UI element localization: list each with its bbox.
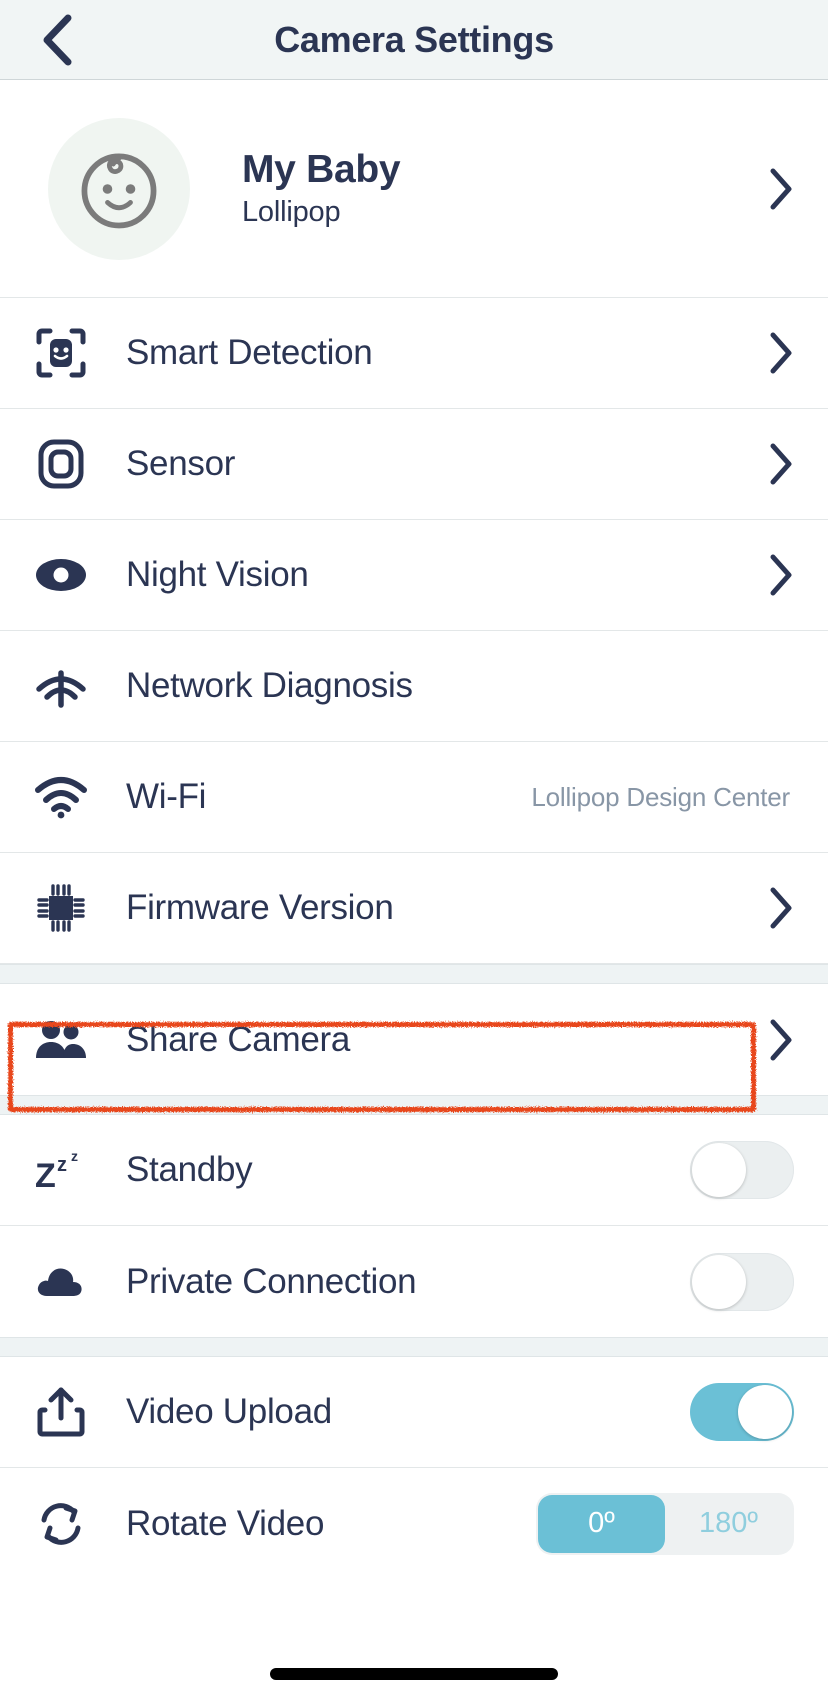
row-firmware-version[interactable]: Firmware Version xyxy=(0,853,828,964)
profile-name: My Baby xyxy=(242,147,401,191)
row-video-upload[interactable]: Video Upload xyxy=(0,1357,828,1468)
row-label: Sensor xyxy=(126,444,236,483)
rotate-icon xyxy=(30,1500,92,1548)
row-standby[interactable]: Z z z Standby xyxy=(0,1115,828,1226)
row-wifi[interactable]: Wi-Fi Lollipop Design Center xyxy=(0,742,828,853)
camera-settings-screen: Camera Settings My Baby Lollipop Smart D… xyxy=(0,0,828,1696)
row-network-diagnosis[interactable]: Network Diagnosis xyxy=(0,631,828,742)
settings-group-1: Smart Detection Sensor Night Vision Netw… xyxy=(0,298,828,964)
network-signal-icon xyxy=(30,663,92,709)
eye-icon xyxy=(30,556,92,594)
people-group-icon xyxy=(30,1018,92,1062)
svg-text:z: z xyxy=(71,1148,78,1164)
svg-text:Z: Z xyxy=(35,1157,56,1195)
row-label: Network Diagnosis xyxy=(126,666,413,705)
row-label: Night Vision xyxy=(126,555,309,594)
chip-icon xyxy=(30,882,92,934)
svg-text:z: z xyxy=(57,1154,67,1176)
page-title: Camera Settings xyxy=(274,18,554,60)
row-smart-detection[interactable]: Smart Detection xyxy=(0,298,828,409)
back-button[interactable] xyxy=(14,0,100,80)
avatar xyxy=(48,117,190,260)
rotate-video-segmented-control[interactable]: 0º 180º xyxy=(536,1492,794,1555)
row-rotate-video[interactable]: Rotate Video 0º 180º xyxy=(0,1468,828,1579)
group-separator xyxy=(0,1337,828,1357)
cloud-icon xyxy=(30,1262,92,1302)
row-label: Smart Detection xyxy=(126,333,373,372)
settings-group-4: Video Upload Rotate Video 0º 180º xyxy=(0,1357,828,1579)
segment-0-degrees[interactable]: 0º xyxy=(538,1494,665,1553)
face-scan-icon xyxy=(30,327,92,379)
row-share-camera[interactable]: Share Camera xyxy=(0,984,828,1095)
sensor-rounded-square-icon xyxy=(30,438,92,490)
private-connection-toggle[interactable] xyxy=(690,1252,794,1311)
upload-icon xyxy=(30,1386,92,1438)
profile-row[interactable]: My Baby Lollipop xyxy=(0,80,828,298)
wifi-network-value: Lollipop Design Center xyxy=(531,781,790,812)
row-label: Private Connection xyxy=(126,1261,417,1301)
chevron-right-icon xyxy=(768,1018,794,1062)
chevron-right-icon xyxy=(768,553,794,597)
row-label: Firmware Version xyxy=(126,888,394,927)
settings-group-3: Z z z Standby Private Connection xyxy=(0,1115,828,1337)
zzz-icon: Z z z xyxy=(30,1145,92,1195)
chevron-right-icon xyxy=(768,886,794,930)
home-indicator xyxy=(270,1668,558,1680)
row-label: Video Upload xyxy=(126,1392,332,1431)
row-label: Wi-Fi xyxy=(126,777,207,816)
row-label: Share Camera xyxy=(126,1019,351,1059)
group-separator xyxy=(0,964,828,984)
group-separator xyxy=(0,1095,828,1115)
row-night-vision[interactable]: Night Vision xyxy=(0,520,828,631)
chevron-right-icon xyxy=(768,331,794,375)
chevron-right-icon xyxy=(768,442,794,486)
toggle-knob xyxy=(692,1254,746,1309)
video-upload-toggle[interactable] xyxy=(690,1383,794,1441)
row-sensor[interactable]: Sensor xyxy=(0,409,828,520)
toggle-knob xyxy=(738,1385,792,1439)
chevron-right-icon xyxy=(768,167,794,211)
app-header: Camera Settings xyxy=(0,0,828,80)
baby-face-icon xyxy=(71,141,167,237)
standby-toggle[interactable] xyxy=(690,1141,794,1199)
toggle-knob xyxy=(692,1143,746,1197)
chevron-left-icon xyxy=(37,12,77,68)
wifi-icon xyxy=(30,775,92,819)
settings-group-2: Share Camera xyxy=(0,984,828,1095)
row-label: Rotate Video xyxy=(126,1503,325,1543)
row-label: Standby xyxy=(126,1150,253,1189)
profile-text: My Baby Lollipop xyxy=(242,148,768,230)
segment-180-degrees[interactable]: 180º xyxy=(665,1495,792,1553)
row-private-connection[interactable]: Private Connection xyxy=(0,1226,828,1337)
profile-subtitle: Lollipop xyxy=(242,196,341,229)
